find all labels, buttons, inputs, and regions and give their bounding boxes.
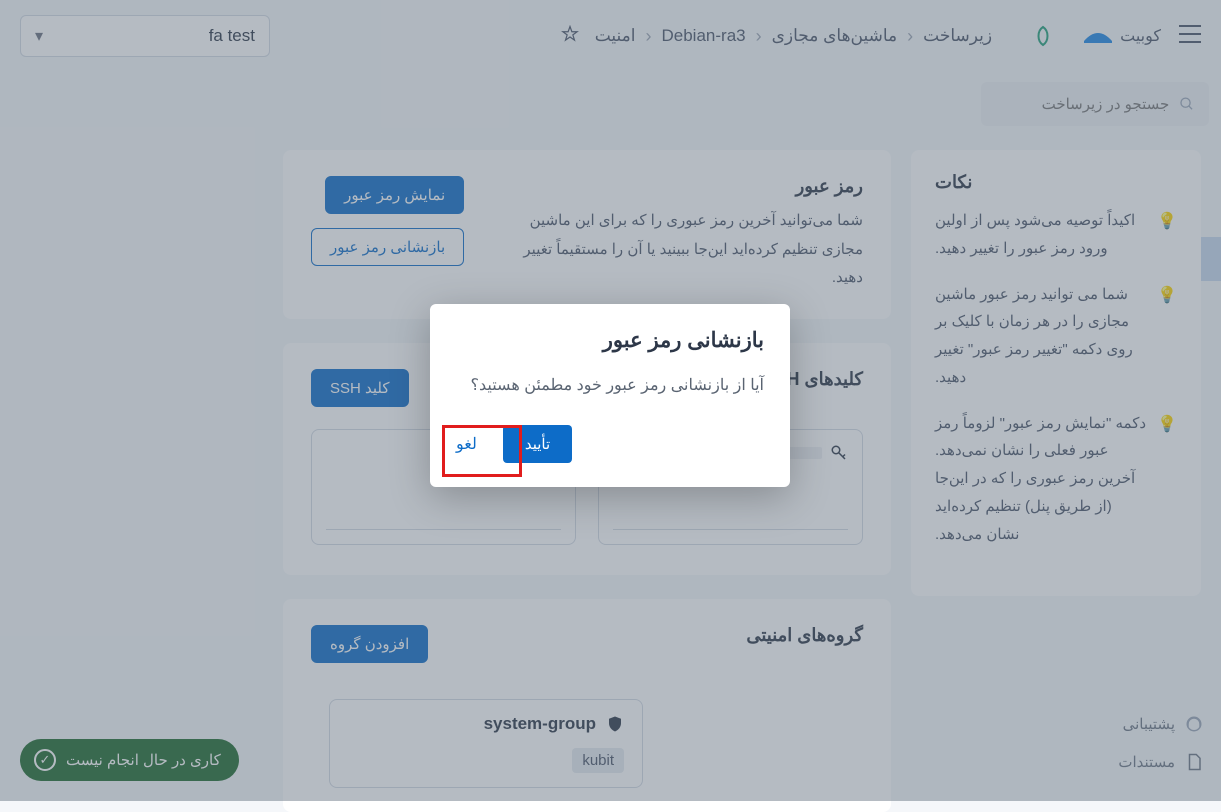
modal-message: آیا از بازنشانی رمز عبور خود مطمئن هستید… [456,375,764,395]
modal-title: بازنشانی رمز عبور [456,328,764,353]
cancel-button[interactable]: لغو [456,434,477,454]
reset-password-modal: بازنشانی رمز عبور آیا از بازنشانی رمز عب… [430,304,790,487]
confirm-button[interactable]: تأیید [503,425,572,463]
